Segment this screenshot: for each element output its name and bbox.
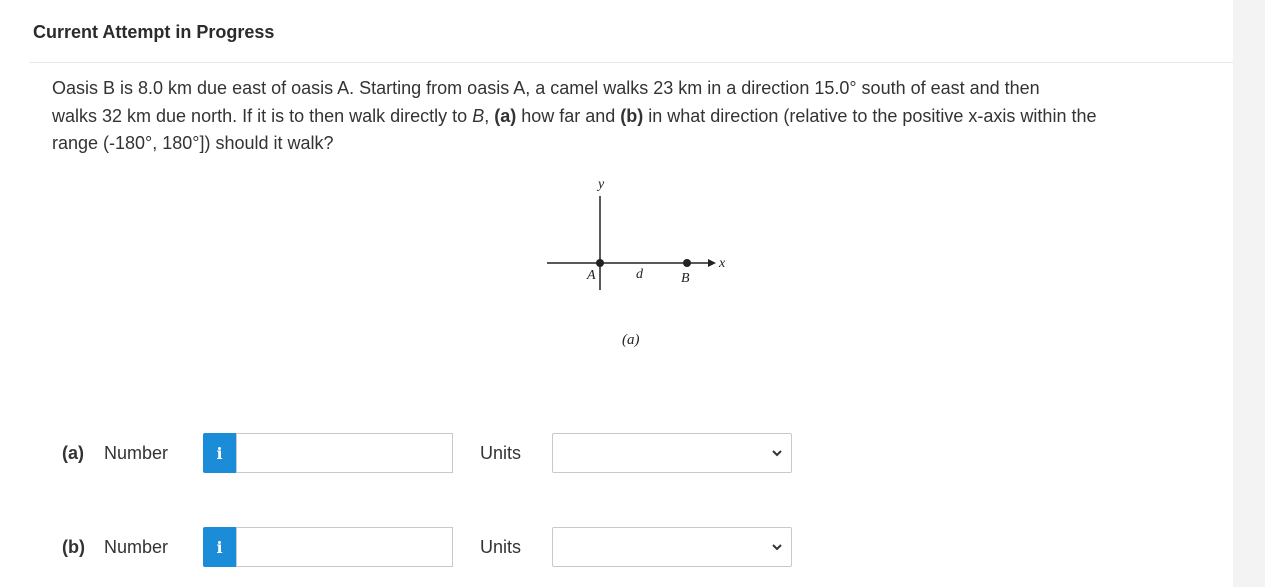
question-oasis-b: B bbox=[472, 105, 485, 126]
attempt-header: Current Attempt in Progress bbox=[33, 22, 275, 42]
figure-caption: (a) bbox=[622, 332, 640, 348]
question-part-a-marker: (a) bbox=[494, 105, 517, 126]
question-line-2-mid: how far and bbox=[516, 105, 621, 126]
question-card: Current Attempt in Progress Oasis B is 8… bbox=[0, 0, 1233, 587]
units-label-b: Units bbox=[480, 537, 522, 557]
figure-y-label: y bbox=[596, 177, 605, 192]
part-a-label: (a) bbox=[62, 443, 84, 463]
info-button-b[interactable]: i bbox=[203, 527, 236, 567]
figure-label-b: B bbox=[681, 271, 690, 286]
part-b-label: (b) bbox=[62, 537, 85, 557]
question-part-b-marker: (b) bbox=[620, 105, 644, 126]
chevron-down-icon bbox=[772, 450, 782, 457]
units-label-a: Units bbox=[480, 443, 522, 463]
x-axis-arrow-icon bbox=[708, 259, 716, 267]
question-line-2: walks 32 km due north. If it is to then … bbox=[52, 103, 1212, 131]
number-label-b: Number bbox=[104, 537, 169, 557]
info-icon: i bbox=[216, 537, 223, 557]
question-line-2-pre: walks 32 km due north. If it is to then … bbox=[52, 105, 473, 126]
units-select-a[interactable] bbox=[552, 433, 792, 473]
chevron-down-icon bbox=[772, 544, 782, 551]
figure-x-label: x bbox=[718, 256, 726, 271]
question-line-1: Oasis B is 8.0 km due east of oasis A. S… bbox=[52, 78, 1040, 98]
coordinate-figure: y x A d B (a) bbox=[540, 172, 740, 357]
info-button-a[interactable]: i bbox=[203, 433, 236, 473]
units-select-b[interactable] bbox=[552, 527, 792, 567]
question-line-2-post: in what direction (relative to the posit… bbox=[643, 105, 1097, 126]
figure-point-a bbox=[596, 259, 604, 267]
figure-svg: y x A d B (a) bbox=[547, 177, 726, 348]
number-input-a[interactable] bbox=[236, 433, 453, 473]
number-label-a: Number bbox=[104, 443, 169, 463]
info-icon: i bbox=[216, 443, 223, 463]
figure-label-d: d bbox=[636, 267, 644, 282]
question-line-2-sep: , bbox=[484, 105, 495, 126]
header-divider bbox=[30, 62, 1233, 63]
number-input-b[interactable] bbox=[236, 527, 453, 567]
question-text: Oasis B is 8.0 km due east of oasis A. S… bbox=[52, 75, 1212, 158]
figure-point-b bbox=[683, 259, 691, 267]
figure-label-a: A bbox=[586, 268, 596, 283]
question-line-3: range (-180°, 180°]) should it walk? bbox=[52, 133, 334, 153]
